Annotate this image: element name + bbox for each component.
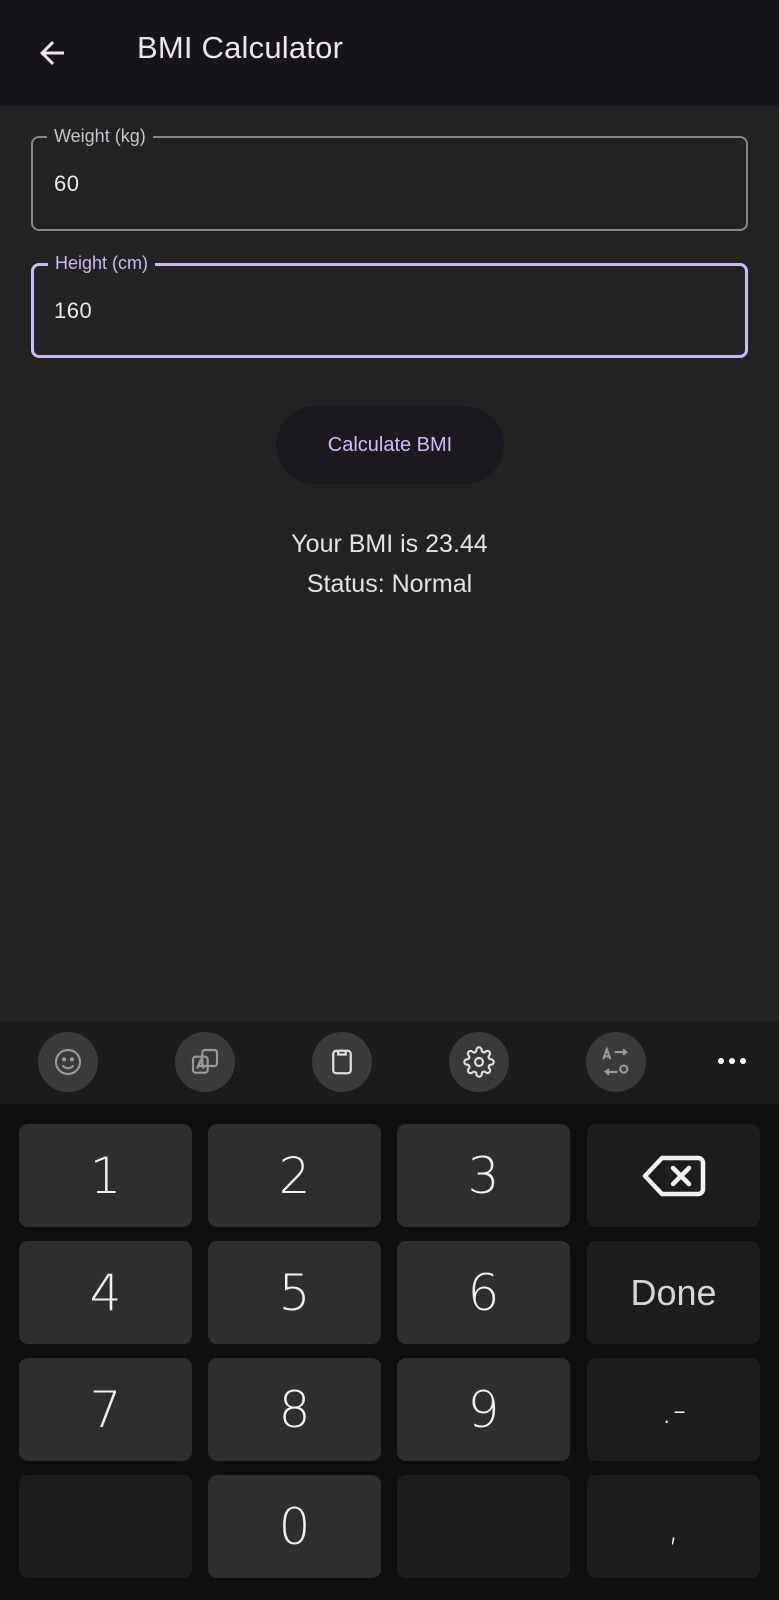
key-0[interactable]: 0	[208, 1475, 381, 1578]
key-8[interactable]: 8	[208, 1358, 381, 1461]
key-7[interactable]: 7	[19, 1358, 192, 1461]
app-bar: BMI Calculator	[0, 0, 779, 106]
back-button[interactable]	[24, 25, 80, 81]
backspace-icon	[642, 1155, 705, 1196]
key-5[interactable]: 5	[208, 1241, 381, 1344]
numeric-keyboard: 1 2 3 4 5 6 Done 7 8 9 .- 0 ,	[0, 1104, 779, 1600]
blank-key-left[interactable]	[19, 1475, 192, 1578]
page-title: BMI Calculator	[137, 30, 344, 65]
key-4[interactable]: 4	[19, 1241, 192, 1344]
weight-field-value: 60	[54, 171, 80, 196]
height-field-value: 160	[54, 298, 93, 323]
settings-button[interactable]	[449, 1032, 509, 1092]
more-icon	[718, 1058, 746, 1064]
clipboard-icon	[332, 1049, 352, 1075]
decimal-minus-key[interactable]: .-	[587, 1358, 760, 1461]
key-3[interactable]: 3	[397, 1124, 570, 1227]
weight-field-label: Weight (kg)	[47, 125, 153, 147]
key-6[interactable]: 6	[397, 1241, 570, 1344]
text-conversion-button[interactable]	[586, 1032, 646, 1092]
key-1[interactable]: 1	[19, 1124, 192, 1227]
more-button[interactable]	[712, 1041, 752, 1081]
bmi-status-text: Status: Normal	[306, 570, 473, 598]
emoji-icon	[54, 1048, 82, 1076]
keyboard-toolbar	[0, 1021, 779, 1104]
done-key[interactable]: Done	[587, 1241, 760, 1344]
settings-icon	[463, 1046, 495, 1078]
blank-key-right[interactable]	[397, 1475, 570, 1578]
calculate-bmi-button[interactable]: Calculate BMI	[276, 406, 504, 484]
height-field-label: Height (cm)	[48, 252, 156, 274]
key-9[interactable]: 9	[397, 1358, 570, 1461]
clipboard-button[interactable]	[312, 1032, 372, 1092]
translate-icon	[191, 1048, 219, 1074]
translate-button[interactable]	[175, 1032, 235, 1092]
bmi-calculator-screen: BMI Calculator Weight (kg) 60 Height (cm…	[0, 0, 779, 1600]
bmi-result-text: Your BMI is 23.44	[291, 530, 488, 558]
backspace-key[interactable]	[587, 1124, 760, 1227]
comma-key[interactable]: ,	[587, 1475, 760, 1578]
key-2[interactable]: 2	[208, 1124, 381, 1227]
arrow-left-icon	[40, 41, 64, 65]
weight-field[interactable]: Weight (kg) 60	[31, 125, 748, 231]
height-field[interactable]: Height (cm) 160	[31, 252, 748, 358]
text-conversion-icon	[602, 1046, 629, 1076]
emoji-button[interactable]	[38, 1032, 98, 1092]
